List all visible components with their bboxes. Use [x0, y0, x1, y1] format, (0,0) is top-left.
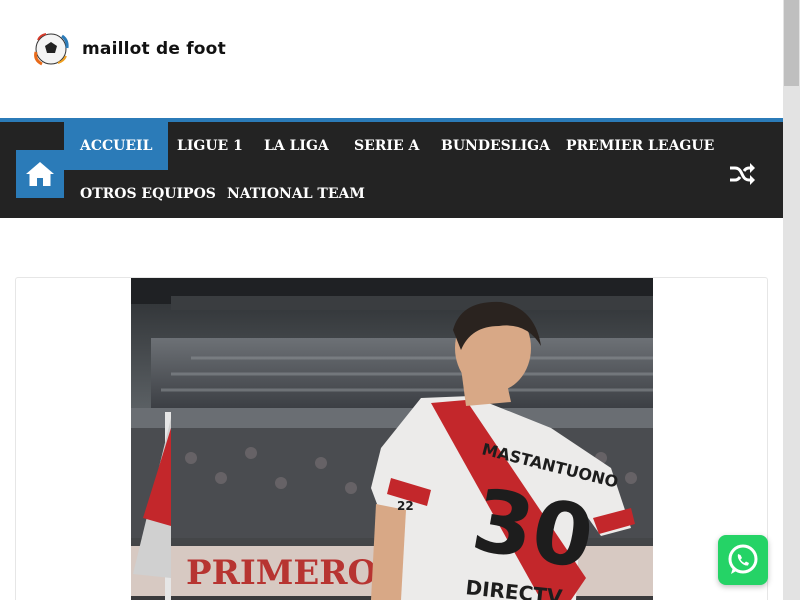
- player-photo: PRIMERO MASTANTUONO 30 22 DIRECTV: [131, 278, 653, 600]
- whatsapp-icon: [728, 544, 758, 574]
- nav-item-serie-a[interactable]: SERIE A: [338, 122, 435, 170]
- nav-item-otros-equipos[interactable]: OTROS EQUIPOS: [64, 170, 232, 218]
- jersey-number: 30: [465, 470, 600, 589]
- whatsapp-chat-button[interactable]: [718, 535, 768, 585]
- page-scrollbar[interactable]: [783, 0, 800, 600]
- site-logo[interactable]: maillot de foot: [32, 30, 226, 68]
- home-button[interactable]: [16, 150, 64, 198]
- banner-text: PRIMERO: [186, 553, 377, 593]
- sleeve-number: 22: [397, 499, 414, 513]
- football-logo-icon: [34, 33, 69, 66]
- scrollbar-thumb[interactable]: [784, 0, 799, 86]
- page: maillot de foot ACCUEIL LIGUE 1 LA LIGA …: [0, 0, 783, 600]
- random-post-button[interactable]: [722, 154, 762, 194]
- main-navigation: ACCUEIL LIGUE 1 LA LIGA SERIE A BUNDESLI…: [0, 118, 783, 218]
- nav-item-premier-league[interactable]: PREMIER LEAGUE: [550, 122, 730, 170]
- nav-item-la-liga[interactable]: LA LIGA: [248, 122, 345, 170]
- nav-item-national-team[interactable]: NATIONAL TEAM: [211, 170, 381, 218]
- nav-item-ligue-1[interactable]: LIGUE 1: [161, 122, 259, 170]
- nav-item-bundesliga[interactable]: BUNDESLIGA: [425, 122, 566, 170]
- home-icon: [26, 162, 54, 186]
- shuffle-icon: [730, 163, 755, 185]
- nav-item-accueil[interactable]: ACCUEIL: [64, 122, 169, 170]
- featured-image[interactable]: PRIMERO MASTANTUONO 30 22 DIRECTV: [131, 278, 653, 600]
- site-name: maillot de foot: [82, 39, 226, 59]
